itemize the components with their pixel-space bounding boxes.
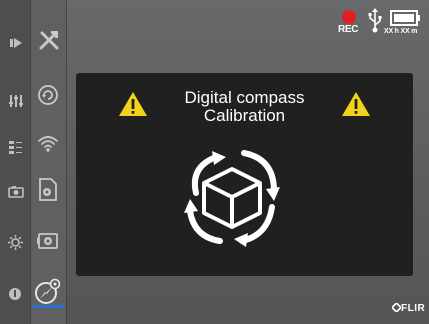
list-icon[interactable] (9, 140, 23, 154)
camera-icon[interactable] (8, 185, 24, 198)
brightness-icon[interactable] (8, 235, 23, 250)
flir-logo-mark (390, 301, 403, 314)
document-settings-icon[interactable] (37, 178, 59, 202)
usb-icon (368, 8, 382, 39)
sidebar-inner (31, 0, 67, 324)
camera-screen: REC XX h XX m Digital compass Calibratio… (0, 0, 429, 324)
tools-icon[interactable] (37, 28, 61, 52)
dialog-title-line1: Digital compass (184, 88, 305, 107)
rec-label: REC (338, 24, 359, 35)
selection-indicator (33, 305, 64, 308)
compass-settings-icon[interactable] (34, 277, 62, 305)
wifi-icon[interactable] (37, 133, 59, 155)
dialog-title-line2: Calibration (203, 106, 286, 125)
thermal-camera-icon[interactable] (37, 230, 59, 252)
power-icon[interactable] (8, 287, 22, 301)
battery-time: XX h XX m (384, 28, 418, 35)
flir-logo: FLIR (390, 301, 426, 314)
warning-icon (341, 91, 371, 122)
dialog-title: Digital compass Calibration (138, 89, 351, 125)
flir-logo-text: FLIR (401, 303, 426, 314)
play-icon[interactable] (9, 36, 23, 50)
adjust-sliders-icon[interactable] (8, 94, 24, 108)
compass-calibration-icon (182, 147, 282, 252)
calibration-dialog: Digital compass Calibration (76, 73, 413, 276)
rotation-icon[interactable] (37, 84, 59, 106)
rec-indicator-dot (342, 10, 356, 24)
sidebar-outer (0, 0, 31, 324)
